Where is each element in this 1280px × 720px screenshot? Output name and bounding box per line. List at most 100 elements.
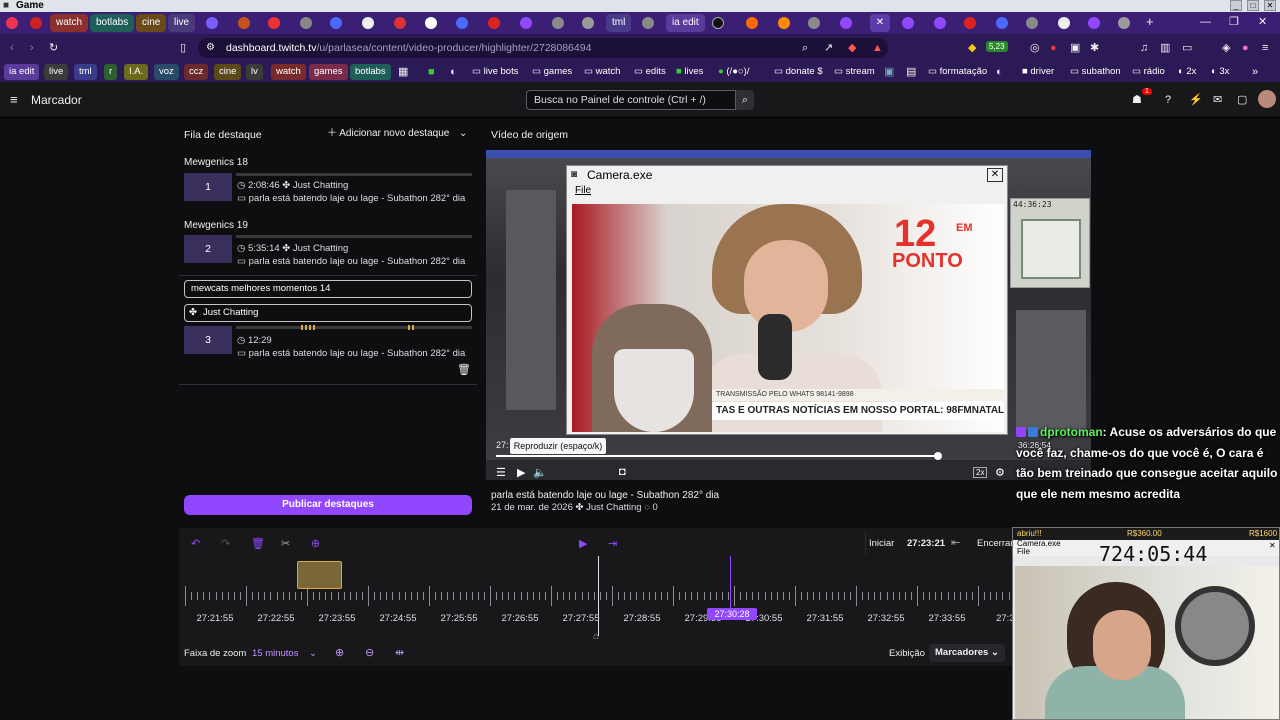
clip-number[interactable]: 3 (184, 326, 232, 354)
search-icon[interactable]: ⌕ (736, 90, 754, 110)
bookmark-2x[interactable]: ◐ 2x (1178, 65, 1196, 79)
tab-group-watch[interactable]: watch (50, 14, 89, 32)
close-icon[interactable]: ✕ (1264, 0, 1276, 11)
bookmark-icon[interactable]: ■ (428, 66, 435, 78)
whispers-icon[interactable]: ▢ (1237, 94, 1247, 106)
back-icon[interactable]: ‹ (10, 42, 14, 54)
bookmark-icon[interactable]: ▣ (884, 66, 894, 78)
trash-icon[interactable]: 🗑 (457, 364, 471, 376)
tab-favicon-icon[interactable] (394, 17, 406, 29)
bookmark-3x[interactable]: ◐ 3x (1211, 65, 1229, 79)
bookmark-lives[interactable]: ■ lives (676, 65, 703, 79)
clip-number[interactable]: 2 (184, 235, 232, 263)
tab-favicon-icon[interactable] (934, 17, 946, 29)
bookmark-folder-donate[interactable]: ▭ donate $ (774, 65, 823, 79)
tab-favicon-icon[interactable] (712, 17, 724, 29)
tab-favicon-icon[interactable] (362, 17, 374, 29)
clip-title[interactable]: Mewgenics 18 (184, 157, 248, 168)
inbox-icon[interactable]: ✉ (1213, 94, 1222, 106)
activity-icon[interactable]: ⚡ (1189, 94, 1203, 106)
set-start-icon[interactable]: ⇤ (951, 537, 960, 549)
vpn-icon[interactable]: ◈ (1222, 42, 1230, 54)
playhead-handle-icon[interactable]: ⌂ (593, 631, 599, 642)
delete-icon[interactable]: 🗑 (251, 538, 265, 550)
bookmark-tag-games[interactable]: games (309, 64, 348, 80)
bookmark-tag-live[interactable]: live (44, 64, 69, 80)
tab-favicon-icon[interactable] (456, 17, 468, 29)
new-tab-icon[interactable]: + (1146, 15, 1154, 28)
scissors-icon[interactable]: ✂ (281, 538, 290, 550)
tab-group-ia-edit[interactable]: ia edit (666, 14, 705, 32)
bookmark-folder-radio[interactable]: ▭ rádio (1132, 65, 1165, 79)
bookmark-tag-watch[interactable]: watch (271, 64, 306, 80)
apps-grid-icon[interactable]: ▦ (398, 66, 408, 78)
avatar[interactable] (1258, 90, 1276, 108)
bookmark-folder-stream[interactable]: ▭ stream (834, 65, 875, 79)
tab-group-tml[interactable]: tml (606, 14, 632, 32)
zoom-icon[interactable]: ⌕ (802, 42, 808, 54)
site-info-icon[interactable]: ⚙ (206, 42, 215, 54)
dashboard-search-input[interactable]: Busca no Painel de controle (Ctrl + /) (526, 90, 736, 110)
bookmark-tag-voz[interactable]: voz (154, 64, 179, 80)
chapters-icon[interactable]: ☰ (496, 466, 506, 479)
zoom-out-icon[interactable]: ⊖ (365, 647, 374, 659)
play-icon[interactable]: ▶ (517, 466, 525, 479)
tab-favicon-icon[interactable] (840, 17, 852, 29)
publish-highlights-button[interactable]: Publicar destaques (184, 495, 472, 515)
zoom-in-icon[interactable]: ⊕ (335, 647, 344, 659)
fit-icon[interactable]: ⇹ (395, 647, 404, 659)
tab-favicon-icon[interactable] (996, 17, 1008, 29)
active-tab-close-icon[interactable]: ✕ (870, 14, 890, 32)
add-marker-icon[interactable]: ⊕ (311, 538, 320, 550)
tab-favicon-icon[interactable] (238, 17, 250, 29)
tab-favicon-icon[interactable] (520, 17, 532, 29)
reload-icon[interactable]: ↻ (49, 42, 58, 54)
clip-title[interactable]: Mewgenics 19 (184, 220, 248, 231)
bookmark-tag-ccz[interactable]: ccz (184, 64, 209, 80)
hamburger-menu-icon[interactable]: ≡ (10, 93, 18, 106)
notifications-icon[interactable]: ☗ (1132, 94, 1142, 106)
rewards-icon[interactable]: ▲ (872, 42, 883, 54)
tab-group-live[interactable]: live (168, 14, 196, 32)
brave-shield-icon[interactable]: ◆ (848, 42, 856, 54)
playback-speed-button[interactable]: 2x (973, 467, 988, 478)
puzzle-icon[interactable]: ✱ (1090, 42, 1099, 54)
display-select[interactable]: Marcadores ⌄ (929, 644, 1005, 662)
bookmark-tag-botlabs[interactable]: botlabs (350, 64, 391, 80)
media-icon[interactable]: ♫ (1140, 42, 1148, 54)
bookmark-tag-ia[interactable]: I.A. (124, 64, 149, 80)
video-progress-bar[interactable] (496, 455, 938, 457)
bookmark-tag-r[interactable]: r (104, 64, 118, 80)
share-icon[interactable]: ↗ (824, 42, 833, 54)
redo-icon[interactable]: ↷ (221, 538, 230, 550)
tab-favicon-icon[interactable] (488, 17, 500, 29)
url-field[interactable]: ⚙ dashboard.twitch.tv/u/parlasea/content… (198, 38, 888, 58)
bookmark-icon[interactable]: ◐ (996, 66, 1003, 78)
tab-favicon-icon[interactable] (268, 17, 280, 29)
bookmark-folder-live-bots[interactable]: ▭ live bots (472, 65, 518, 79)
clip-title-input[interactable]: mewcats melhores momentos 14 (184, 280, 472, 298)
tab-favicon-icon[interactable] (300, 17, 312, 29)
forward-icon[interactable]: › (30, 42, 34, 54)
clip-number[interactable]: 1 (184, 173, 232, 201)
bookmark-folder-edits[interactable]: ▭ edits (634, 65, 666, 79)
extension-icon[interactable]: ▣ (1070, 42, 1080, 54)
tab-favicon-icon[interactable] (808, 17, 820, 29)
zoom-select[interactable]: 15 minutos ⌄ (252, 648, 317, 659)
bookmark-folder-watch[interactable]: ▭ watch (584, 65, 620, 79)
bookmark-tag-cine[interactable]: cine (214, 64, 242, 80)
bookmark-tag-tml[interactable]: tml (74, 64, 97, 80)
tab-favicon-icon[interactable] (746, 17, 758, 29)
tab-group-botlabs[interactable]: botlabs (90, 14, 135, 32)
tab-favicon-icon[interactable] (778, 17, 790, 29)
bookmark-folder-games[interactable]: ▭ games (532, 65, 572, 79)
tab-favicon-icon[interactable] (425, 17, 437, 29)
volume-icon[interactable]: 🔈 (533, 466, 547, 479)
more-bookmarks-icon[interactable]: » (1252, 66, 1258, 78)
window-minimize-icon[interactable]: — (1200, 16, 1211, 28)
start-time-input[interactable]: 27:23:21 (907, 538, 945, 549)
extension-icon[interactable]: ◆ (968, 42, 976, 54)
category-input[interactable]: ✤ Just Chatting (184, 304, 472, 322)
bookmark-icon[interactable]: ◐ (450, 66, 457, 78)
undo-icon[interactable]: ↶ (191, 538, 200, 550)
